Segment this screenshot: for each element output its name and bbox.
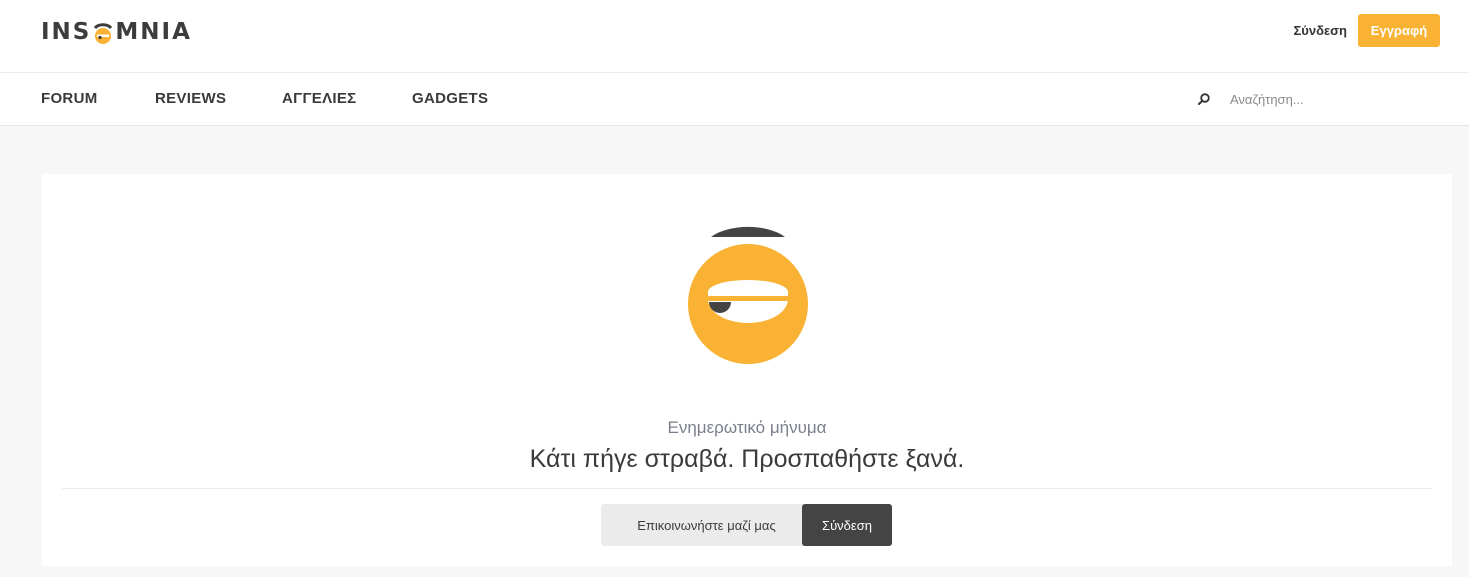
nav-item-reviews[interactable]: REVIEWS	[155, 90, 226, 108]
login-link[interactable]: Σύνδεση	[1294, 22, 1348, 40]
nav-item-ads[interactable]: ΑΓΓΕΛΙΕΣ	[282, 90, 356, 108]
error-subtitle: Ενημερωτικό μήνυμα	[667, 418, 827, 437]
logo-face-icon	[92, 23, 114, 45]
nav-item-forum[interactable]: FORUM	[41, 90, 98, 108]
error-card: Ενημερωτικό μήνυμα Κάτι πήγε στραβά. Προ…	[42, 174, 1452, 566]
logo-text-right: MNIA	[115, 19, 192, 45]
search-input[interactable]	[1222, 87, 1458, 111]
search-icon[interactable]	[1197, 92, 1211, 106]
contact-us-button[interactable]: Επικοινωνήστε μαζί μας	[601, 504, 812, 546]
main-nav: FORUM REVIEWS ΑΓΓΕΛΙΕΣ GADGETS	[0, 73, 1469, 126]
register-button[interactable]: Εγγραφή	[1358, 14, 1440, 47]
site-logo[interactable]: INS MNIA	[41, 17, 192, 47]
nav-item-gadgets[interactable]: GADGETS	[412, 90, 488, 108]
sleepy-face-icon	[686, 224, 810, 368]
top-header: INS MNIA Σύνδεση Εγγραφή	[0, 0, 1469, 73]
divider	[62, 488, 1432, 489]
error-message: Κάτι πήγε στραβά. Προσπαθήστε ξανά.	[529, 445, 965, 473]
login-button[interactable]: Σύνδεση	[802, 504, 892, 546]
logo-text-left: INS	[41, 19, 92, 45]
